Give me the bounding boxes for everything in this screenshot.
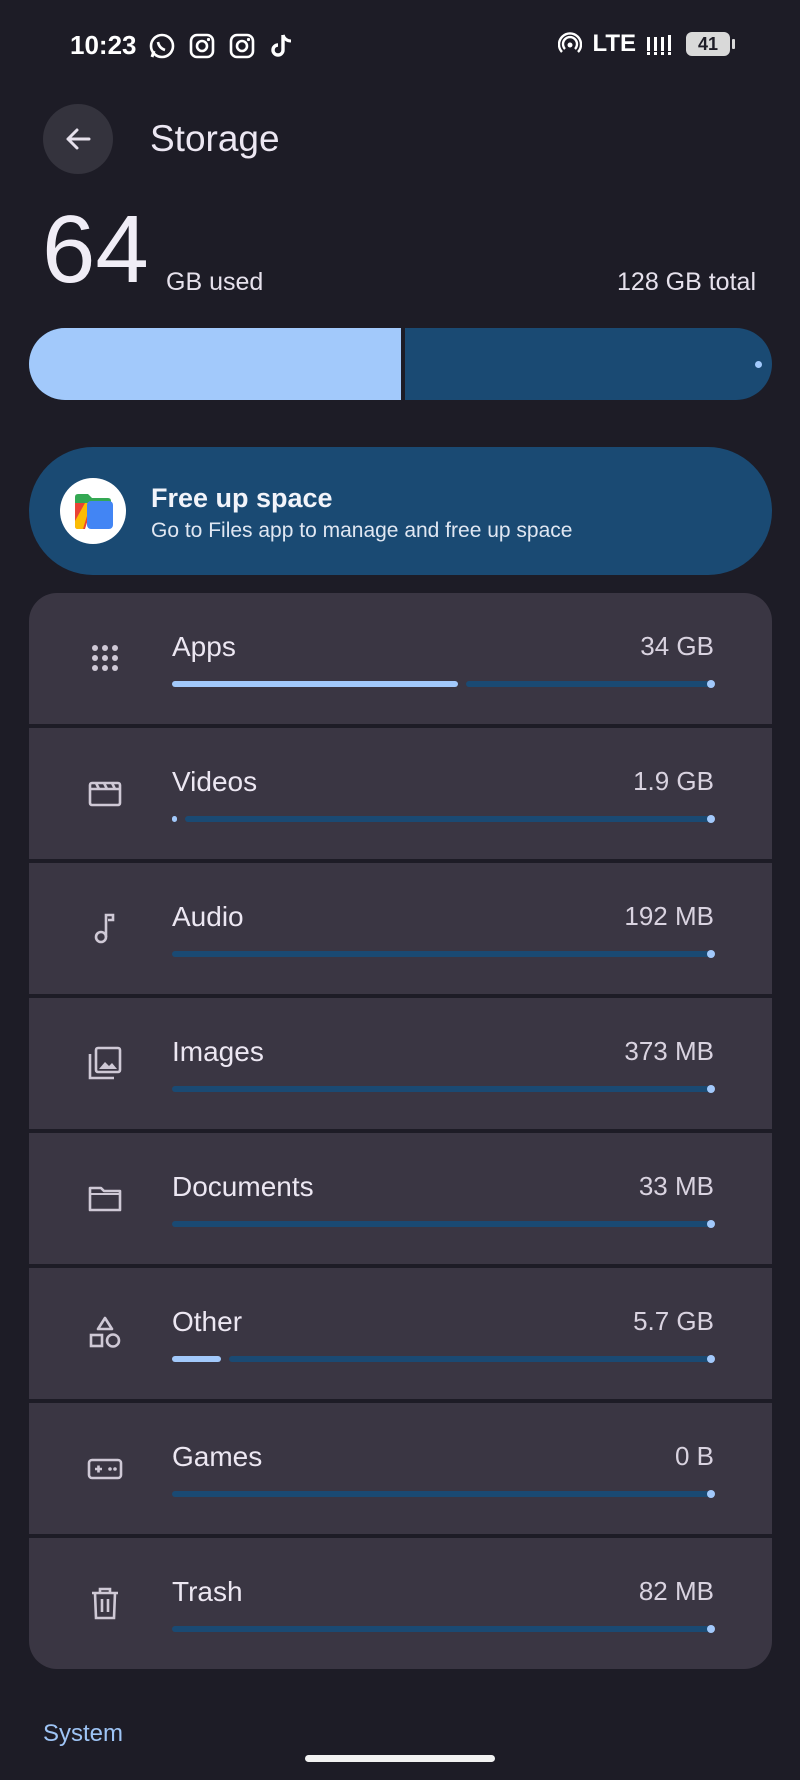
category-row-documents[interactable]: Documents 33 MB (29, 1133, 772, 1264)
video-clapper-icon (87, 775, 123, 811)
apps-grid-icon (87, 640, 123, 676)
category-bar-end-dot (707, 815, 715, 823)
whatsapp-icon (148, 32, 176, 60)
category-bar-end-dot (707, 1625, 715, 1633)
category-size: 33 MB (638, 1171, 714, 1201)
category-bar-track (229, 1356, 712, 1362)
free-up-space-card[interactable]: Free up space Go to Files app to manage … (29, 447, 772, 575)
category-label: Games (172, 1441, 263, 1472)
free-up-title: Free up space (151, 483, 333, 513)
back-button[interactable] (43, 104, 113, 174)
page-title: Storage (150, 118, 280, 159)
category-bar-track (172, 951, 712, 957)
category-label: Other (172, 1306, 243, 1337)
category-size: 373 MB (624, 1036, 714, 1066)
storage-category-list: Apps 34 GB Videos 1.9 GB Audio 192 MB Im… (29, 593, 772, 1673)
category-bar-track (172, 1086, 712, 1092)
category-usage-bar (172, 1355, 715, 1363)
category-row-trash[interactable]: Trash 82 MB (29, 1538, 772, 1669)
category-label: Apps (172, 631, 236, 662)
images-icon (87, 1045, 123, 1081)
category-bar-track (185, 816, 712, 822)
category-usage-bar (172, 950, 715, 958)
category-bar-fill (172, 681, 458, 687)
trash-icon (87, 1585, 123, 1621)
free-up-subtitle: Go to Files app to manage and free up sp… (151, 519, 573, 542)
category-bar-end-dot (707, 1490, 715, 1498)
instagram-icon (228, 32, 256, 60)
tiktok-icon (268, 32, 296, 60)
category-bar-track (172, 1626, 712, 1632)
category-bar-track (172, 1221, 712, 1227)
category-row-games[interactable]: Games 0 B (29, 1403, 772, 1534)
category-bar-fill (172, 816, 177, 822)
storage-usage-bar (29, 328, 772, 400)
category-label: Videos (172, 766, 258, 797)
category-bar-end-dot (707, 950, 715, 958)
category-usage-bar (172, 680, 715, 688)
used-unit: GB used (166, 268, 264, 296)
instagram-icon (188, 32, 216, 60)
category-bar-fill (172, 1356, 221, 1362)
category-size: 82 MB (638, 1576, 714, 1606)
category-row-apps[interactable]: Apps 34 GB (29, 593, 772, 724)
folder-icon (87, 1180, 123, 1216)
category-bar-end-dot (707, 1220, 715, 1228)
category-usage-bar (172, 1625, 715, 1633)
status-bar: 10:23 LTE 41 (0, 0, 800, 90)
category-usage-bar (172, 1085, 715, 1093)
category-bar-track (172, 1491, 712, 1497)
category-row-audio[interactable]: Audio 192 MB (29, 863, 772, 994)
hotspot-icon (558, 32, 583, 56)
category-bar-end-dot (707, 1085, 715, 1093)
category-usage-bar (172, 1490, 715, 1498)
gesture-nav-handle[interactable] (305, 1755, 495, 1762)
category-size: 1.9 GB (633, 766, 714, 796)
category-label: Audio (172, 901, 244, 932)
category-row-other[interactable]: Other 5.7 GB (29, 1268, 772, 1399)
category-label: Documents (172, 1171, 314, 1202)
total-storage: 128 GB total (617, 268, 756, 296)
category-bar-end-dot (707, 680, 715, 688)
category-label: Trash (172, 1576, 243, 1607)
arrow-left-icon (61, 122, 95, 156)
usage-bar-end-dot (755, 361, 762, 368)
network-type: LTE (592, 30, 636, 57)
category-usage-bar (172, 1220, 715, 1228)
category-size: 5.7 GB (633, 1306, 714, 1336)
system-section-header[interactable]: System (43, 1720, 123, 1748)
category-label: Images (172, 1036, 264, 1067)
music-note-icon (87, 910, 123, 946)
used-amount: 64 (42, 196, 149, 303)
battery-icon: 41 (686, 32, 735, 56)
signal-icon (646, 33, 676, 55)
shapes-icon (87, 1315, 123, 1351)
category-size: 0 B (674, 1441, 714, 1471)
category-usage-bar (172, 815, 715, 823)
category-bar-end-dot (707, 1355, 715, 1363)
category-row-images[interactable]: Images 373 MB (29, 998, 772, 1129)
category-row-videos[interactable]: Videos 1.9 GB (29, 728, 772, 859)
category-size: 192 MB (624, 901, 714, 931)
files-app-icon (60, 478, 126, 544)
category-bar-track (466, 681, 712, 687)
gamepad-icon (87, 1450, 123, 1486)
storage-usage-fill (29, 328, 405, 400)
category-size: 34 GB (640, 631, 714, 661)
clock: 10:23 (70, 30, 137, 60)
